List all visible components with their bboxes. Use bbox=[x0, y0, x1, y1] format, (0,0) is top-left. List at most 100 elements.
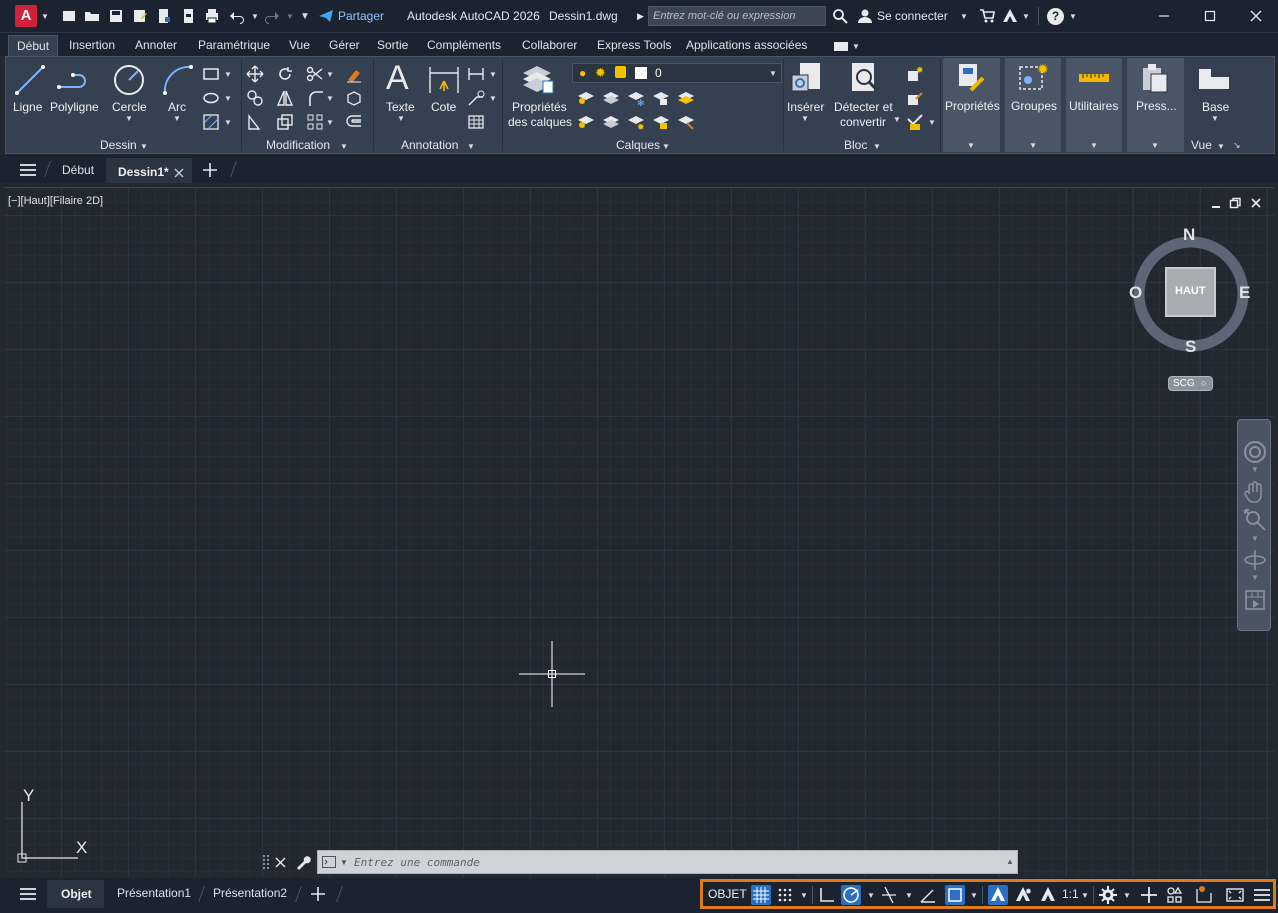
object-snap-icon[interactable] bbox=[945, 885, 965, 905]
drawing-viewport[interactable]: [−][Haut][Filaire 2D] HAUT N S E O SCG ○ … bbox=[4, 187, 1274, 877]
orbit-chevron-icon[interactable]: ▼ bbox=[1251, 573, 1259, 582]
panel-title-annotation[interactable]: Annotation bbox=[401, 138, 458, 152]
osnap-tracking-chevron-icon[interactable]: ▼ bbox=[905, 891, 913, 900]
polar-chevron-icon[interactable]: ▼ bbox=[867, 891, 875, 900]
insert-block-icon[interactable] bbox=[788, 61, 824, 97]
base-view-button[interactable]: Base bbox=[1202, 100, 1229, 114]
fullscreen-icon[interactable] bbox=[1225, 885, 1245, 905]
help-icon[interactable]: ? bbox=[1047, 8, 1064, 25]
tab-annoter[interactable]: Annoter bbox=[135, 38, 177, 52]
save-as-icon[interactable] bbox=[132, 8, 148, 24]
ucs-menu-button[interactable]: SCG ○ bbox=[1168, 376, 1213, 391]
polyline-icon[interactable] bbox=[57, 67, 93, 95]
layer-properties-label-2[interactable]: des calques bbox=[508, 115, 572, 129]
layer-properties-label-1[interactable]: Propriétés bbox=[512, 100, 567, 114]
panel-presse-papiers[interactable]: Press... ▼ bbox=[1127, 58, 1184, 152]
layout-menu-icon[interactable] bbox=[19, 887, 37, 901]
steering-wheel-chevron-icon[interactable]: ▼ bbox=[1251, 465, 1259, 474]
polar-tracking-icon[interactable] bbox=[841, 885, 861, 905]
text-chevron-icon[interactable]: ▼ bbox=[397, 114, 405, 123]
ribbon-display-toggle-icon[interactable] bbox=[834, 42, 848, 51]
undo-icon[interactable] bbox=[229, 8, 245, 24]
table-icon[interactable] bbox=[467, 113, 485, 131]
leader-icon[interactable] bbox=[467, 89, 485, 107]
snap-mode-icon[interactable] bbox=[775, 885, 795, 905]
customize-status-bar-icon[interactable] bbox=[1252, 885, 1272, 905]
tab-gerer[interactable]: Gérer bbox=[329, 38, 360, 52]
layer-properties-icon[interactable] bbox=[519, 61, 555, 97]
share-button[interactable]: Partager bbox=[338, 9, 384, 23]
autodesk-account-icon[interactable] bbox=[1002, 8, 1018, 24]
text-icon[interactable]: A bbox=[386, 59, 409, 98]
layer-match-icon[interactable] bbox=[602, 113, 620, 131]
arc-button[interactable]: Arc bbox=[168, 100, 186, 114]
stretch-icon[interactable] bbox=[246, 113, 264, 131]
detect-convert-label-2[interactable]: convertir bbox=[840, 115, 886, 129]
auto-scale-icon[interactable]: ✹ bbox=[1013, 885, 1033, 905]
command-close-icon[interactable] bbox=[275, 857, 286, 868]
search-icon[interactable] bbox=[832, 8, 848, 24]
viewcube-face-top[interactable]: HAUT bbox=[1165, 267, 1216, 317]
command-expand-icon[interactable]: ▲ bbox=[1006, 857, 1014, 866]
layer-lock-icon[interactable] bbox=[652, 89, 670, 107]
circle-chevron-icon[interactable]: ▼ bbox=[125, 114, 133, 123]
command-customize-wrench-icon[interactable] bbox=[295, 854, 311, 870]
compass-west-label[interactable]: O bbox=[1129, 283, 1142, 303]
open-folder-icon[interactable] bbox=[84, 8, 100, 24]
layer-off-icon[interactable] bbox=[577, 89, 595, 107]
tab-express-tools[interactable]: Express Tools bbox=[597, 38, 671, 52]
rectangle-icon[interactable] bbox=[202, 65, 220, 83]
panel-title-bloc[interactable]: Bloc bbox=[844, 138, 867, 152]
erase-icon[interactable] bbox=[345, 65, 363, 83]
ellipse-chevron-icon[interactable]: ▼ bbox=[224, 94, 232, 103]
panel-title-vue[interactable]: Vue bbox=[1191, 138, 1212, 152]
command-history-chevron-icon[interactable]: ▼ bbox=[340, 858, 348, 867]
viewport-close-icon[interactable] bbox=[1250, 197, 1262, 209]
line-icon[interactable] bbox=[13, 63, 47, 97]
layer-on-icon[interactable] bbox=[577, 113, 595, 131]
copy-icon[interactable] bbox=[246, 89, 264, 107]
search-input[interactable]: Entrez mot-clé ou expression bbox=[648, 6, 826, 26]
panel-proprietes[interactable]: Propriétés ▼ bbox=[943, 58, 1000, 152]
ribbon-display-chevron-icon[interactable]: ▼ bbox=[852, 42, 860, 51]
leader-chevron-icon[interactable]: ▼ bbox=[489, 94, 497, 103]
isolate-objects-icon[interactable] bbox=[1194, 885, 1214, 905]
app-logo-button[interactable]: A bbox=[15, 5, 37, 27]
layer-isolate-icon[interactable] bbox=[602, 89, 620, 107]
mirror-icon[interactable] bbox=[276, 89, 294, 107]
redo-chevron-icon[interactable]: ▼ bbox=[286, 12, 294, 21]
layout-tab-presentation2[interactable]: Présentation2 bbox=[213, 886, 287, 900]
trim-icon[interactable] bbox=[306, 65, 324, 83]
layer-freeze-icon[interactable]: ✻ bbox=[627, 89, 645, 107]
linear-dimension-icon[interactable] bbox=[467, 65, 485, 83]
account-chevron-icon[interactable]: ▼ bbox=[1022, 12, 1030, 21]
layout-tab-presentation1[interactable]: Présentation1 bbox=[117, 886, 191, 900]
layer-walk-icon[interactable] bbox=[677, 113, 695, 131]
customize-toolbar-icon[interactable]: ▼ bbox=[300, 11, 310, 22]
bloc-panel-chevron-icon[interactable]: ▼ bbox=[873, 142, 881, 151]
layout-tab-model[interactable]: Objet bbox=[47, 880, 104, 908]
detect-convert-icon[interactable] bbox=[846, 61, 882, 97]
share-icon[interactable] bbox=[318, 8, 334, 24]
rotate-icon[interactable] bbox=[276, 65, 294, 83]
detect-convert-label-1[interactable]: Détecter et bbox=[834, 100, 893, 114]
panel-title-dessin[interactable]: Dessin bbox=[100, 138, 137, 152]
print-icon[interactable] bbox=[204, 8, 220, 24]
array-chevron-icon[interactable]: ▼ bbox=[326, 118, 334, 127]
dimension-icon[interactable] bbox=[427, 63, 461, 97]
fillet-chevron-icon[interactable]: ▼ bbox=[326, 94, 334, 103]
panel-utilitaires[interactable]: Utilitaires ▼ bbox=[1066, 58, 1122, 152]
panel-groupes[interactable]: ✹ Groupes ▼ bbox=[1005, 58, 1061, 152]
pan-icon[interactable] bbox=[1243, 480, 1267, 504]
zoom-chevron-icon[interactable]: ▼ bbox=[1251, 534, 1259, 543]
arc-chevron-icon[interactable]: ▼ bbox=[173, 114, 181, 123]
command-prompt-icon[interactable] bbox=[322, 856, 340, 868]
tab-complements[interactable]: Compléments bbox=[427, 38, 501, 52]
new-tab-icon[interactable] bbox=[203, 163, 217, 177]
detect-convert-chevron-icon[interactable]: ▼ bbox=[893, 115, 901, 124]
linear-dimension-chevron-icon[interactable]: ▼ bbox=[489, 70, 497, 79]
viewport-controls-label[interactable]: [−][Haut][Filaire 2D] bbox=[8, 195, 103, 207]
scale-icon[interactable] bbox=[276, 113, 294, 131]
tab-vue[interactable]: Vue bbox=[289, 38, 310, 52]
signin-button[interactable]: Se connecter bbox=[877, 9, 948, 23]
